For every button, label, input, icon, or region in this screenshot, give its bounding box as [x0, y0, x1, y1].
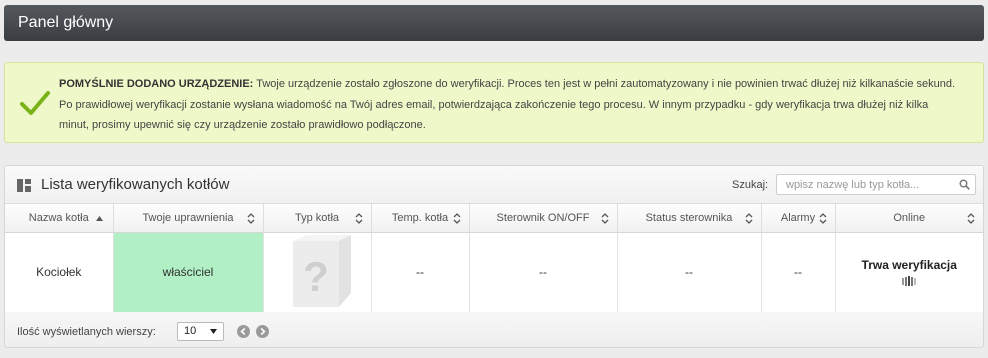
column-header-status[interactable]: Status sterownika [617, 204, 762, 233]
search-box[interactable] [776, 174, 976, 195]
chevron-down-icon [210, 329, 217, 334]
table-header-row: Nazwa kotła Twoje uprawnienia Typ kotła … [5, 204, 983, 233]
column-header-label: Typ kotła [294, 211, 340, 224]
table-footer: Ilość wyświetlanych wierszy: 10 [5, 312, 983, 347]
online-status: Trwa weryfikacja [861, 258, 957, 272]
svg-text:?: ? [303, 253, 329, 300]
cell-onoff: -- [469, 232, 618, 313]
sort-icon [355, 213, 362, 224]
column-header-type[interactable]: Typ kotła [263, 204, 372, 233]
sort-icon [453, 213, 460, 224]
page-title: Panel główny [18, 14, 114, 31]
loading-icon [902, 276, 917, 286]
alert-line-3: minut, prosimy upewnić się czy urządzeni… [59, 119, 426, 131]
alert-lead: POMYŚLNIE DODANO URZĄDZENIE: [59, 78, 254, 90]
boiler-list-panel: Lista weryfikowanych kotłów Szukaj: Nazw… [4, 165, 984, 348]
success-alert: POMYŚLNIE DODANO URZĄDZENIE: Twoje urząd… [4, 62, 984, 143]
column-header-label: Temp. kotła [391, 211, 449, 224]
column-header-label: Online [893, 211, 926, 224]
alert-line-2: Po prawidłowej weryfikacji zostanie wysł… [59, 98, 929, 111]
column-header-online[interactable]: Online [835, 204, 983, 233]
search-icon[interactable] [959, 179, 970, 190]
alert-line-1: Twoje urządzenie zostało zgłoszone do we… [256, 78, 956, 90]
column-header-label: Alarmy [780, 211, 816, 224]
grid-icon [17, 179, 31, 192]
rows-per-page-select[interactable]: 10 [177, 322, 224, 341]
column-header-onoff[interactable]: Sterownik ON/OFF [469, 204, 618, 233]
cell-online: Trwa weryfikacja [835, 232, 983, 313]
cell-temp: -- [371, 232, 470, 313]
column-header-label: Nazwa kotła [28, 211, 89, 224]
column-header-name[interactable]: Nazwa kotła [5, 204, 114, 233]
boiler-table: Nazwa kotła Twoje uprawnienia Typ kotła … [5, 204, 983, 313]
next-page-icon[interactable] [256, 325, 269, 338]
cell-status: -- [617, 232, 762, 313]
previous-page-icon[interactable] [237, 325, 250, 338]
panel-title: Lista weryfikowanych kotłów [41, 176, 230, 193]
column-header-label: Status sterownika [645, 211, 733, 224]
rows-per-page-label: Ilość wyświetlanych wierszy: [17, 326, 156, 338]
sort-icon [819, 213, 826, 224]
cell-boiler-type: ? [263, 232, 372, 313]
column-header-permissions[interactable]: Twoje uprawnienia [113, 204, 264, 233]
search-label: Szukaj: [732, 179, 769, 191]
sort-asc-icon [95, 216, 103, 221]
rows-per-page-value: 10 [184, 325, 197, 337]
column-header-alarms[interactable]: Alarmy [761, 204, 836, 233]
cell-alarms: -- [761, 232, 836, 313]
panel-header: Lista weryfikowanych kotłów Szukaj: [5, 166, 983, 204]
sort-icon [247, 213, 254, 224]
alert-message: POMYŚLNIE DODANO URZĄDZENIE: Twoje urząd… [59, 74, 971, 136]
sort-icon [601, 213, 608, 224]
column-header-label: Sterownik ON/OFF [496, 211, 590, 224]
table-row[interactable]: Kociołek właściciel ? -- -- -- -- Trwa w… [5, 232, 983, 313]
column-header-label: Twoje uprawnienia [142, 211, 234, 224]
cell-permission: właściciel [113, 232, 264, 313]
column-header-temp[interactable]: Temp. kotła [371, 204, 470, 233]
page-header: Panel główny [4, 5, 984, 41]
check-icon [20, 91, 50, 115]
sort-icon [967, 213, 975, 224]
cell-boiler-name[interactable]: Kociołek [5, 232, 114, 313]
unknown-boiler-icon: ? [293, 234, 351, 307]
sort-icon [745, 213, 752, 224]
search-input[interactable] [777, 175, 949, 194]
